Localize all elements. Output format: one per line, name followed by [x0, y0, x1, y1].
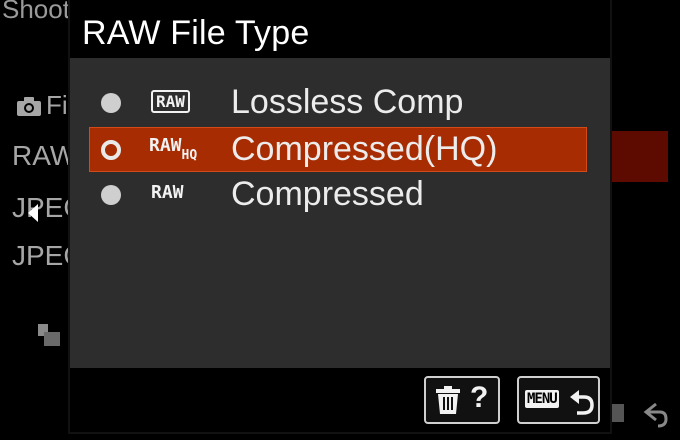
delete-help-button[interactable]: ?: [424, 376, 500, 424]
option-label: Compressed: [231, 175, 424, 213]
radio-indicator: [101, 93, 121, 113]
option-label: Lossless Comp: [231, 83, 464, 121]
option-compressed-hq[interactable]: RAWHQ Compressed(HQ): [89, 127, 587, 172]
left-arrow-icon[interactable]: [28, 204, 38, 222]
help-label: ?: [470, 381, 489, 414]
dialog-header: RAW File Type: [70, 0, 610, 58]
raw-lossless-icon: RAW: [151, 90, 190, 113]
raw-compressed-icon: RAW: [151, 182, 184, 203]
menu-label: MENU: [525, 390, 559, 408]
settings-icon: [38, 324, 60, 346]
radio-indicator-selected: [101, 140, 121, 160]
option-compressed[interactable]: RAW Compressed: [89, 172, 587, 217]
raw-file-type-dialog: RAW File Type RAW Lossless Comp RAWHQ Co…: [70, 0, 610, 432]
dialog-title: RAW File Type: [82, 14, 310, 52]
menu-back-button[interactable]: MENU: [517, 376, 600, 424]
raw-hq-sub: HQ: [181, 148, 198, 163]
option-label: Compressed(HQ): [231, 130, 498, 168]
background-row-label: Fi: [46, 90, 68, 120]
background-row-label: RAW: [12, 140, 77, 171]
raw-hq-icon: RAWHQ: [149, 135, 197, 163]
raw-hq-main: RAW: [149, 135, 182, 156]
background-menu-title: Shoot: [2, 0, 70, 24]
radio-indicator: [101, 185, 121, 205]
return-arrow-icon: [570, 390, 594, 415]
trash-icon: [436, 386, 460, 414]
back-icon: [606, 402, 668, 428]
background-highlight: [612, 131, 668, 182]
option-lossless-comp[interactable]: RAW Lossless Comp: [89, 80, 587, 125]
camera-icon: [17, 97, 41, 116]
